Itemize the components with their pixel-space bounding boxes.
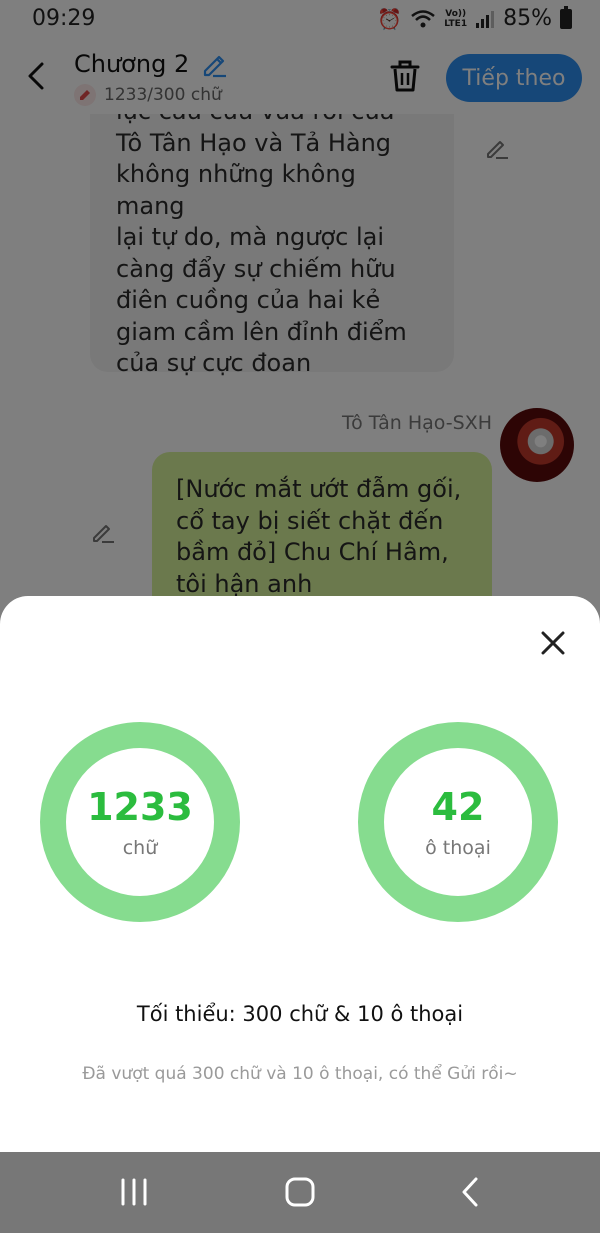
minimum-requirement: Tối thiểu: 300 chữ & 10 ô thoại	[136, 1002, 464, 1026]
close-icon[interactable]	[536, 626, 570, 660]
words-count-value: 1233	[87, 785, 193, 829]
words-count-label: chữ	[122, 837, 158, 859]
word-count-sheet: 1233 chữ 42 ô thoại Tối thiểu: 300 chữ &…	[0, 596, 600, 1152]
dialogs-count-value: 42	[431, 785, 485, 829]
dialogs-ring: 42 ô thoại	[358, 722, 558, 922]
words-ring: 1233 chữ	[40, 722, 240, 922]
nav-back-icon[interactable]	[450, 1174, 490, 1210]
system-nav-bar	[0, 1152, 600, 1233]
dialogs-count-label: ô thoại	[425, 837, 491, 859]
requirement-hint: Đã vượt quá 300 chữ và 10 ô thoại, có th…	[82, 1064, 518, 1084]
recents-icon[interactable]	[114, 1174, 154, 1210]
home-icon[interactable]	[280, 1174, 320, 1210]
